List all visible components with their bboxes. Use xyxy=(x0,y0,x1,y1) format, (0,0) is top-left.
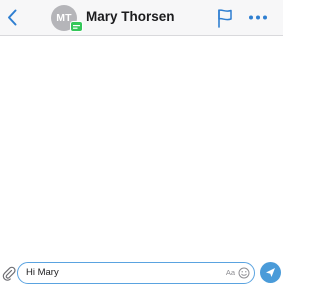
message-composer: Hi Mary Aa xyxy=(0,258,283,293)
chat-header: MT Mary Thorsen xyxy=(0,0,283,36)
more-button[interactable] xyxy=(247,10,269,24)
contact-name[interactable]: Mary Thorsen xyxy=(86,9,175,24)
send-button[interactable] xyxy=(260,262,281,283)
flag-icon xyxy=(218,9,232,28)
message-input[interactable]: Hi Mary Aa xyxy=(17,262,255,284)
paperclip-icon xyxy=(2,266,16,281)
flag-button[interactable] xyxy=(216,8,234,28)
emoji-icon[interactable] xyxy=(238,267,250,279)
format-button[interactable]: Aa xyxy=(226,268,235,277)
back-button[interactable] xyxy=(4,7,20,27)
message-list[interactable] xyxy=(0,36,283,256)
send-icon xyxy=(266,268,275,277)
more-horizontal-icon xyxy=(249,15,267,19)
chevron-left-icon xyxy=(8,9,17,25)
message-badge-icon xyxy=(70,21,83,32)
attach-button[interactable] xyxy=(2,265,16,281)
chat-screen: MT Mary Thorsen Hi Mary Aa xyxy=(0,0,283,293)
message-input-text: Hi Mary xyxy=(26,267,59,278)
